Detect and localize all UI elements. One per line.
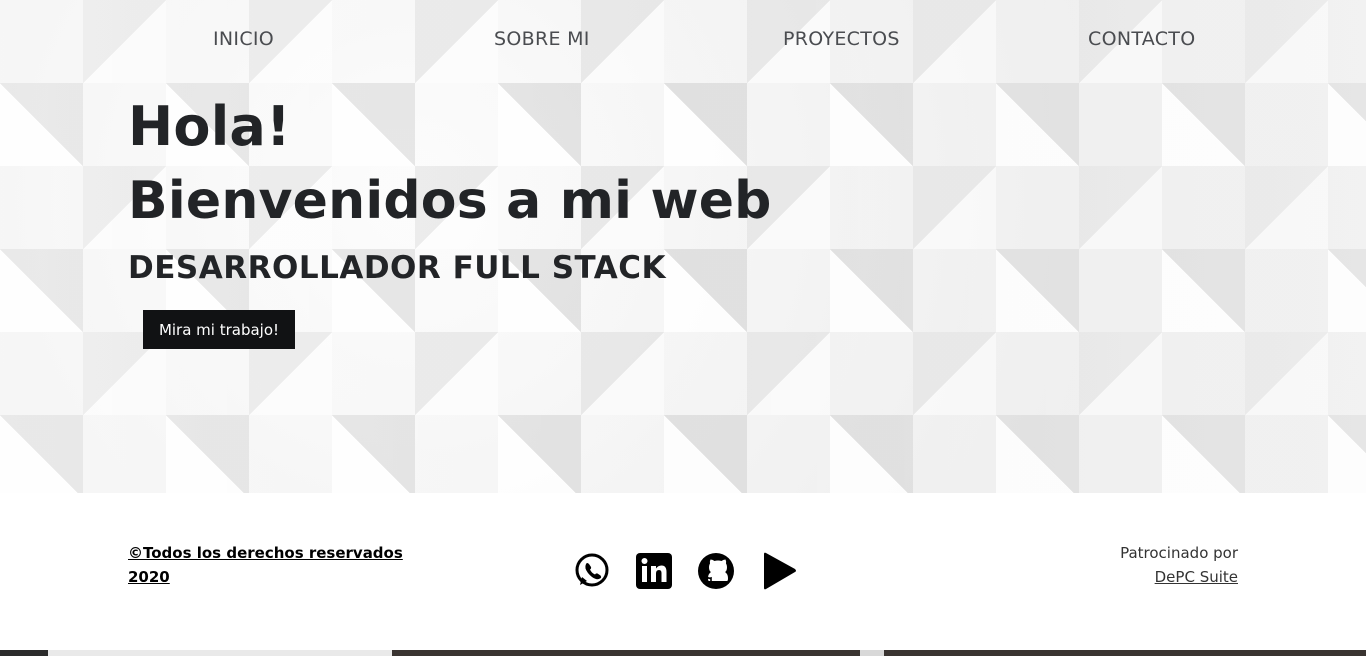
github-icon[interactable] bbox=[696, 551, 736, 591]
nav-link-sobre-mi[interactable]: SOBRE MI bbox=[494, 28, 590, 50]
copyright-text[interactable]: ©Todos los derechos reservados 2020 bbox=[128, 541, 428, 589]
nav-link-proyectos[interactable]: PROYECTOS bbox=[783, 28, 900, 50]
social-links bbox=[572, 551, 798, 591]
sponsor-label: Patrocinado por bbox=[1120, 544, 1238, 562]
hero-title: Bienvenidos a mi web bbox=[128, 171, 772, 231]
linkedin-icon[interactable] bbox=[634, 551, 674, 591]
nav-link-contacto[interactable]: CONTACTO bbox=[1088, 28, 1195, 50]
hero-subtitle: DESARROLLADOR FULL STACK bbox=[128, 250, 667, 286]
bottom-strip bbox=[0, 650, 1366, 656]
hero-greeting: Hola! bbox=[128, 95, 291, 158]
nav-link-inicio[interactable]: INICIO bbox=[213, 28, 274, 50]
play-icon[interactable] bbox=[758, 551, 798, 591]
main-nav: INICIO SOBRE MI PROYECTOS CONTACTO bbox=[0, 0, 1366, 84]
hero-content: Hola! Bienvenidos a mi web DESARROLLADOR… bbox=[128, 90, 772, 288]
footer: ©Todos los derechos reservados 2020 Patr… bbox=[0, 493, 1366, 650]
whatsapp-icon[interactable] bbox=[572, 551, 612, 591]
sponsor-link[interactable]: DePC Suite bbox=[1155, 568, 1238, 586]
copyright-year: 2020 bbox=[128, 568, 170, 586]
copyright-line: ©Todos los derechos reservados bbox=[128, 544, 403, 562]
view-work-button[interactable]: Mira mi trabajo! bbox=[143, 310, 295, 349]
sponsor-block: Patrocinado por DePC Suite bbox=[1120, 541, 1238, 589]
